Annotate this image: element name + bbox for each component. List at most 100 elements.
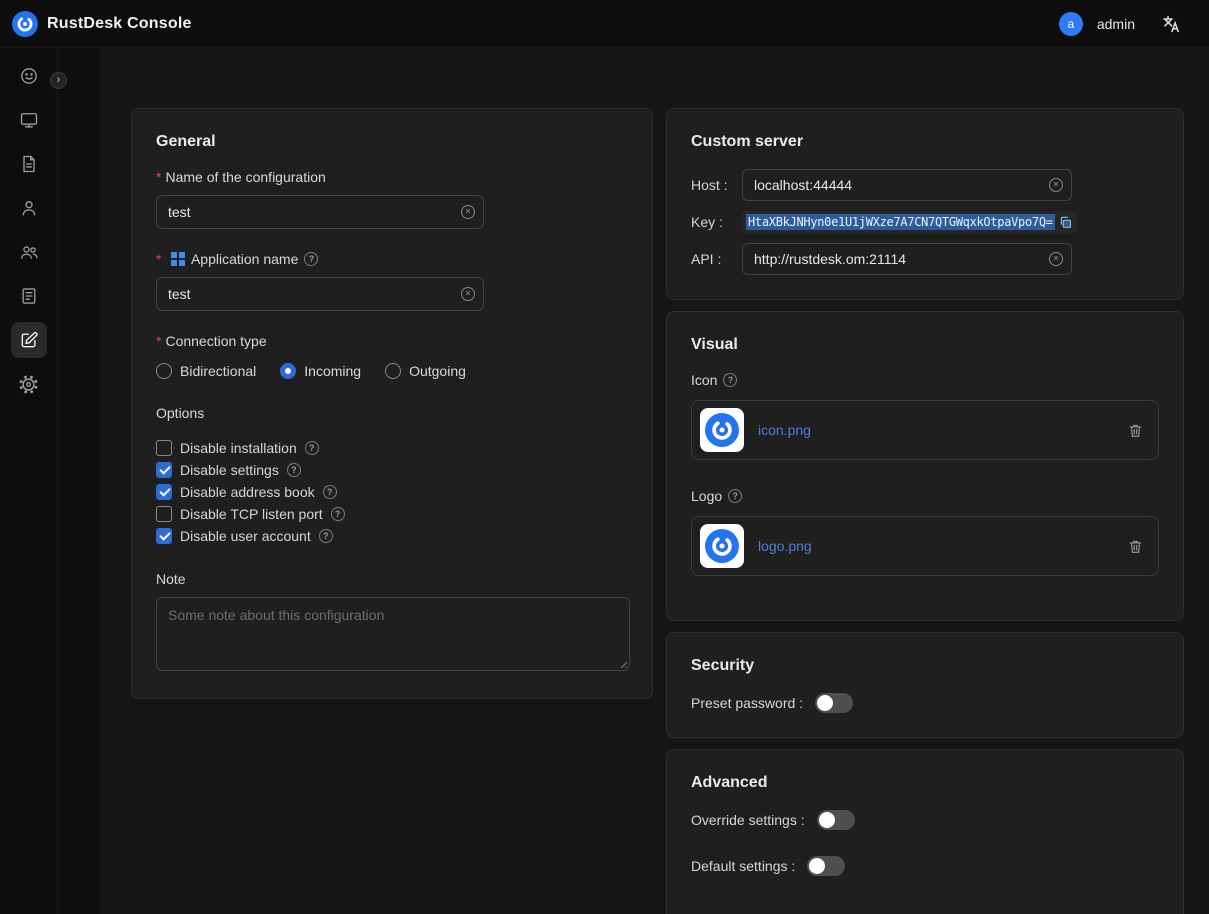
note-textarea[interactable]: [156, 597, 630, 671]
custom-server-title: Custom server: [691, 133, 1159, 151]
api-input[interactable]: [742, 243, 1072, 275]
help-icon[interactable]: ?: [305, 441, 319, 455]
translate-icon: [1161, 14, 1181, 34]
username[interactable]: admin: [1097, 16, 1135, 32]
rustdesk-logo-icon: [705, 413, 739, 447]
users-icon: [19, 242, 39, 262]
document-icon: [19, 154, 39, 174]
checkbox-label: Disable address book: [180, 484, 315, 500]
checkbox-disable-settings[interactable]: Disable settings ?: [156, 459, 628, 481]
sidebar-item-audit[interactable]: [11, 278, 47, 314]
clear-icon[interactable]: ✕: [1049, 252, 1063, 266]
sidebar-expand-button[interactable]: ›: [50, 72, 67, 89]
host-label: Host :: [691, 177, 742, 193]
icon-label: Icon: [691, 372, 717, 388]
override-settings-label: Override settings :: [691, 812, 805, 828]
key-value-box: HtaXBkJNHyn0e1U1jWXze7A7CN7QTGWqxkOtpaVp…: [742, 211, 1077, 233]
checkbox-box: [156, 528, 172, 544]
sidebar-item-status[interactable]: [11, 58, 47, 94]
checkbox-disable-user-account[interactable]: Disable user account ?: [156, 525, 628, 547]
connection-type-label: Connection type: [156, 333, 267, 349]
logo-file-box: logo.png: [691, 516, 1159, 576]
clear-icon[interactable]: ✕: [461, 287, 475, 301]
radio-outgoing[interactable]: Outgoing: [385, 363, 466, 379]
icon-thumbnail: [700, 408, 744, 452]
clear-icon[interactable]: ✕: [461, 205, 475, 219]
checkbox-box: [156, 484, 172, 500]
checkbox-label: Disable TCP listen port: [180, 506, 323, 522]
general-card: General Name of the configuration ✕ Appl…: [131, 108, 653, 699]
help-icon[interactable]: ?: [287, 463, 301, 477]
smiley-icon: [19, 66, 39, 86]
advanced-card: Advanced Override settings : Default set…: [666, 749, 1184, 914]
edit-square-icon: [19, 330, 39, 350]
windows-icon: [171, 252, 185, 266]
radio-circle: [385, 363, 401, 379]
checkbox-disable-tcp-listen-port[interactable]: Disable TCP listen port ?: [156, 503, 628, 525]
icon-file-link[interactable]: icon.png: [758, 422, 811, 438]
delete-icon-button[interactable]: [1127, 422, 1144, 439]
logo-file-link[interactable]: logo.png: [758, 538, 812, 554]
trash-icon: [1127, 422, 1144, 439]
logo-thumbnail: [700, 524, 744, 568]
delete-logo-button[interactable]: [1127, 538, 1144, 555]
help-icon[interactable]: ?: [331, 507, 345, 521]
radio-incoming[interactable]: Incoming: [280, 363, 361, 379]
override-settings-toggle[interactable]: [817, 810, 855, 830]
api-label: API :: [691, 251, 742, 267]
sidebar: [0, 48, 58, 914]
default-settings-toggle[interactable]: [807, 856, 845, 876]
rustdesk-logo-icon: [12, 11, 38, 37]
security-card: Security Preset password :: [666, 632, 1184, 738]
application-name-input[interactable]: [156, 277, 484, 311]
app-title: RustDesk Console: [47, 15, 192, 33]
help-icon[interactable]: ?: [304, 252, 318, 266]
monitor-icon: [19, 110, 39, 130]
help-icon[interactable]: ?: [323, 485, 337, 499]
copy-icon[interactable]: [1058, 215, 1073, 230]
sidebar-item-settings[interactable]: [11, 366, 47, 402]
help-icon[interactable]: ?: [319, 529, 333, 543]
radio-label: Incoming: [304, 363, 361, 379]
audit-log-icon: [19, 286, 39, 306]
config-name-input[interactable]: [156, 195, 484, 229]
note-label: Note: [156, 571, 628, 587]
key-label: Key :: [691, 214, 742, 230]
checkbox-box: [156, 506, 172, 522]
trash-icon: [1127, 538, 1144, 555]
radio-circle: [156, 363, 172, 379]
rustdesk-logo-icon: [705, 529, 739, 563]
clear-icon[interactable]: ✕: [1049, 178, 1063, 192]
sidebar-item-devices[interactable]: [11, 102, 47, 138]
required-asterisk: [156, 251, 165, 267]
avatar[interactable]: a: [1059, 12, 1083, 36]
sidebar-item-groups[interactable]: [11, 234, 47, 270]
host-input[interactable]: [742, 169, 1072, 201]
visual-card: Visual Icon ? icon.png: [666, 311, 1184, 621]
brand: RustDesk Console: [12, 11, 192, 37]
translate-button[interactable]: [1161, 14, 1181, 34]
application-name-label: Application name: [191, 251, 298, 267]
key-value[interactable]: HtaXBkJNHyn0e1U1jWXze7A7CN7QTGWqxkOtpaVp…: [746, 214, 1055, 230]
visual-title: Visual: [691, 336, 1159, 354]
user-icon: [19, 198, 39, 218]
help-icon[interactable]: ?: [728, 489, 742, 503]
default-settings-label: Default settings :: [691, 858, 795, 874]
checkbox-label: Disable user account: [180, 528, 311, 544]
sidebar-item-custom-client[interactable]: [11, 322, 47, 358]
config-name-label: Name of the configuration: [156, 169, 326, 185]
options-label: Options: [156, 405, 628, 421]
preset-password-toggle[interactable]: [815, 693, 853, 713]
main-area: General Name of the configuration ✕ Appl…: [58, 48, 1209, 914]
sidebar-item-documents[interactable]: [11, 146, 47, 182]
help-icon[interactable]: ?: [723, 373, 737, 387]
sidebar-item-user[interactable]: [11, 190, 47, 226]
icon-file-box: icon.png: [691, 400, 1159, 460]
radio-label: Outgoing: [409, 363, 466, 379]
custom-server-card: Custom server Host : ✕ Key : HtaXBkJNHyn…: [666, 108, 1184, 300]
advanced-title: Advanced: [691, 774, 1159, 792]
checkbox-disable-address-book[interactable]: Disable address book ?: [156, 481, 628, 503]
checkbox-box: [156, 462, 172, 478]
radio-bidirectional[interactable]: Bidirectional: [156, 363, 256, 379]
checkbox-disable-installation[interactable]: Disable installation ?: [156, 437, 628, 459]
